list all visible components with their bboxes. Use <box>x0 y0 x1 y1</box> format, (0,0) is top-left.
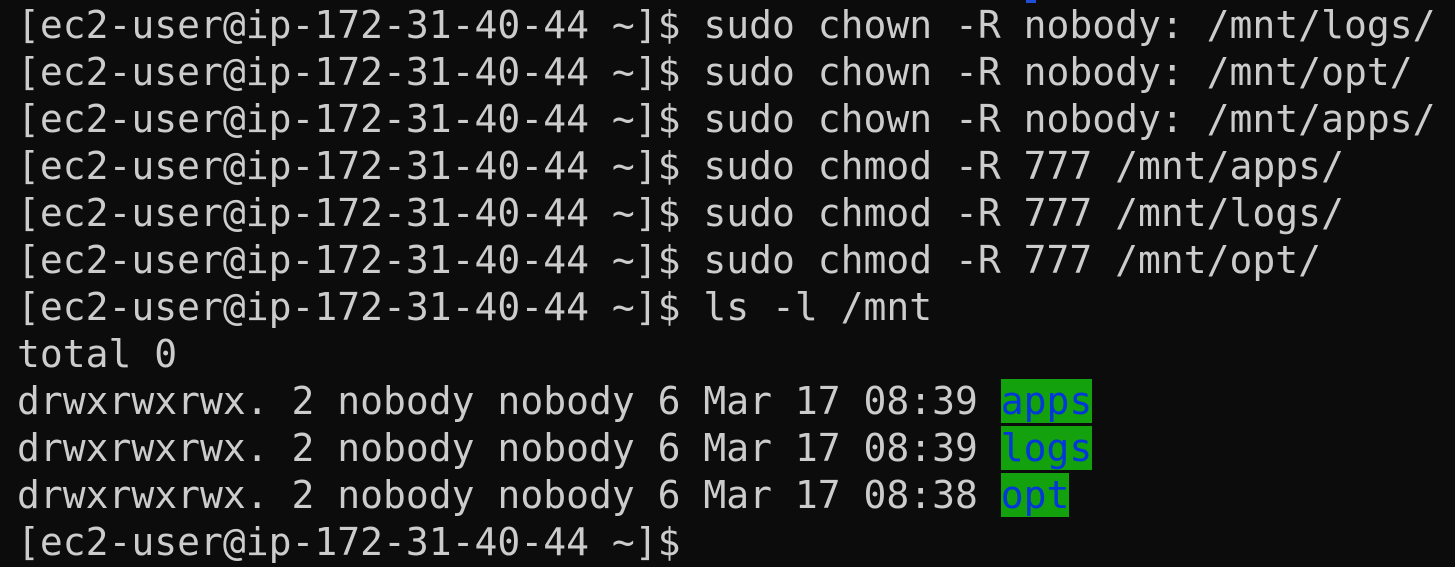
command-text: ls -l /mnt <box>703 285 933 329</box>
command-text: sudo chown -R nobody: /mnt/opt/ <box>703 50 1413 94</box>
command-line: [ec2-user@ip-172-31-40-44 ~]$ sudo chown… <box>17 2 1447 49</box>
terminal-output[interactable]: [ec2-user@ip-172-31-40-44 ~]$ sudo chown… <box>17 2 1447 566</box>
shell-prompt: [ec2-user@ip-172-31-40-44 ~]$ <box>17 97 681 141</box>
command-line: [ec2-user@ip-172-31-40-44 ~]$ sudo chmod… <box>17 237 1447 284</box>
directory-name: opt <box>1000 473 1070 517</box>
total-line: total 0 <box>17 332 178 376</box>
listing-meta: drwxrwxrwx. 2 nobody nobody 6 Mar 17 08:… <box>17 379 978 423</box>
listing-row: drwxrwxrwx. 2 nobody nobody 6 Mar 17 08:… <box>17 378 1447 425</box>
listing-meta: drwxrwxrwx. 2 nobody nobody 6 Mar 17 08:… <box>17 426 978 470</box>
command-text: sudo chown -R nobody: /mnt/logs/ <box>703 3 1436 47</box>
listing-meta: drwxrwxrwx. 2 nobody nobody 6 Mar 17 08:… <box>17 473 978 517</box>
shell-prompt: [ec2-user@ip-172-31-40-44 ~]$ <box>17 238 681 282</box>
listing-row: drwxrwxrwx. 2 nobody nobody 6 Mar 17 08:… <box>17 472 1447 519</box>
command-line: [ec2-user@ip-172-31-40-44 ~]$ ls -l /mnt <box>17 284 1447 331</box>
directory-name: logs <box>1000 426 1093 470</box>
command-line: [ec2-user@ip-172-31-40-44 ~]$ sudo chmod… <box>17 190 1447 237</box>
command-text: sudo chmod -R 777 /mnt/opt/ <box>703 238 1322 282</box>
shell-prompt: [ec2-user@ip-172-31-40-44 ~]$ <box>17 3 681 47</box>
command-line: [ec2-user@ip-172-31-40-44 ~]$ sudo chmod… <box>17 143 1447 190</box>
shell-prompt: [ec2-user@ip-172-31-40-44 ~]$ <box>17 285 681 329</box>
shell-prompt: [ec2-user@ip-172-31-40-44 ~]$ <box>17 144 681 188</box>
shell-prompt: [ec2-user@ip-172-31-40-44 ~]$ <box>17 50 681 94</box>
listing-row: drwxrwxrwx. 2 nobody nobody 6 Mar 17 08:… <box>17 425 1447 472</box>
shell-prompt: [ec2-user@ip-172-31-40-44 ~]$ <box>17 191 681 235</box>
current-prompt-line[interactable]: [ec2-user@ip-172-31-40-44 ~]$ <box>17 519 1447 566</box>
command-text: sudo chown -R nobody: /mnt/apps/ <box>703 97 1436 141</box>
command-text: sudo chmod -R 777 /mnt/apps/ <box>703 144 1344 188</box>
command-text: sudo chmod -R 777 /mnt/logs/ <box>703 191 1344 235</box>
command-line: [ec2-user@ip-172-31-40-44 ~]$ sudo chown… <box>17 96 1447 143</box>
command-line: [ec2-user@ip-172-31-40-44 ~]$ sudo chown… <box>17 49 1447 96</box>
shell-prompt: [ec2-user@ip-172-31-40-44 ~]$ <box>17 520 681 564</box>
directory-name: apps <box>1000 379 1093 423</box>
